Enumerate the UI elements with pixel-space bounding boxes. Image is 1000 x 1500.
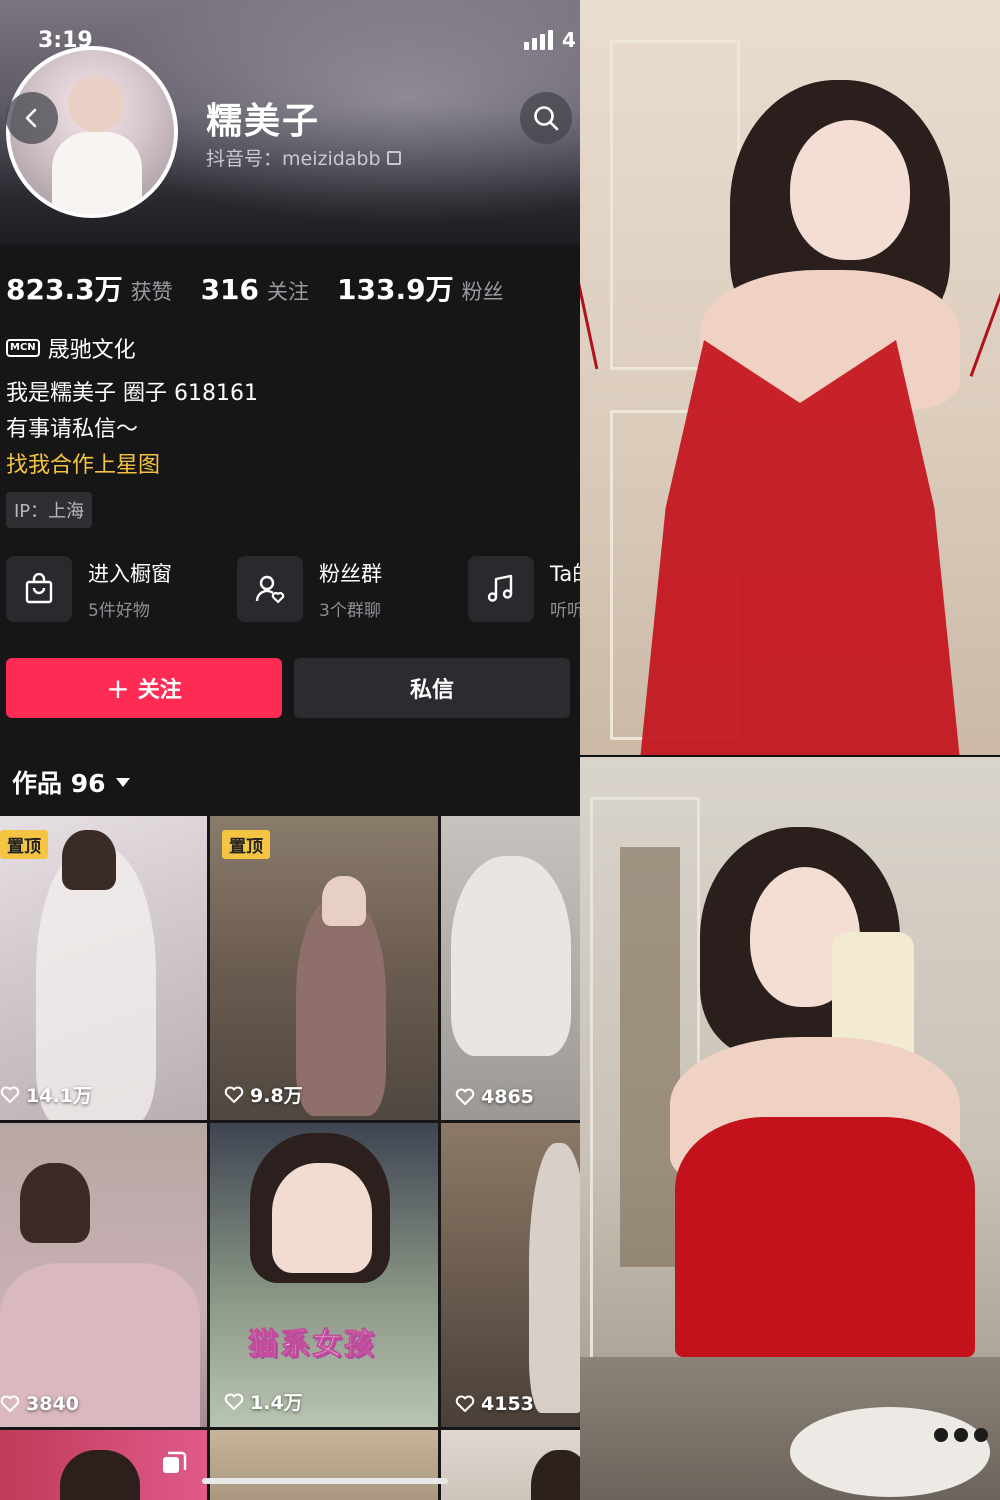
- video-tile[interactable]: 置顶 9.8万: [210, 816, 438, 1120]
- follow-label: 关注: [137, 678, 182, 703]
- heart-icon: [0, 1395, 20, 1412]
- douyin-id[interactable]: 抖音号：meizidabb: [206, 144, 401, 171]
- video-tile[interactable]: 猫系女孩 1.4万: [210, 1123, 438, 1427]
- strap-right: [969, 263, 1000, 377]
- mcn-badge: MCN: [6, 339, 40, 357]
- strap-left: [580, 270, 599, 370]
- home-indicator[interactable]: [202, 1478, 448, 1484]
- photo-bottom: [580, 757, 1000, 1500]
- like-count: 1.4万: [224, 1388, 303, 1415]
- like-count: 4865: [455, 1086, 534, 1108]
- service-subtitle: 听听t: [550, 600, 580, 621]
- service-title: 粉丝群: [319, 561, 382, 586]
- profile-name: 糯美子: [206, 101, 321, 142]
- fan-group-icon: [237, 556, 303, 622]
- stat-value: 133.9万: [337, 273, 454, 306]
- follow-button[interactable]: + 关注: [6, 658, 282, 718]
- heart-icon: [455, 1395, 475, 1412]
- heart-icon: [0, 1086, 20, 1103]
- signal-icon: [524, 30, 553, 50]
- video-overlay-text: 猫系女孩: [248, 1327, 376, 1363]
- bio-link[interactable]: 找我合作上星图: [6, 448, 258, 484]
- video-tile[interactable]: 4865: [441, 816, 580, 1120]
- ip-location-badge: IP：上海: [6, 492, 93, 528]
- stat-followers[interactable]: 133.9万 粉丝: [337, 268, 504, 308]
- services-row: 进入橱窗 5件好物 粉丝群 3个群聊 Ta 听听: [6, 556, 580, 622]
- caret-down-icon: [115, 777, 130, 787]
- like-count-text: 4865: [481, 1086, 534, 1108]
- pinned-badge: 置顶: [0, 830, 48, 859]
- video-tile[interactable]: [441, 1430, 580, 1500]
- like-count-text: 14.1万: [26, 1085, 92, 1107]
- video-tile[interactable]: [210, 1430, 438, 1500]
- battery-level: 4: [562, 28, 576, 52]
- message-button[interactable]: 私信: [294, 658, 570, 718]
- stat-likes[interactable]: 823.3万 获赞: [6, 268, 173, 308]
- shopping-bag-icon: [6, 556, 72, 622]
- chevron-left-icon: [25, 108, 37, 128]
- sink: [790, 1407, 990, 1497]
- video-tile[interactable]: 置顶 14.1万: [0, 816, 207, 1120]
- works-tab[interactable]: 作品 96: [12, 764, 130, 800]
- service-subtitle: 3个群聊: [319, 600, 381, 621]
- face: [790, 120, 910, 260]
- stat-label: 获赞: [130, 280, 173, 304]
- like-count-text: 1.4万: [250, 1392, 303, 1414]
- heart-icon: [455, 1088, 475, 1105]
- douyin-id-text: 抖音号：meizidabb: [206, 148, 381, 170]
- stat-value: 823.3万: [6, 273, 123, 306]
- stat-label: 关注: [267, 280, 310, 304]
- bio: 我是糯美子 圈子 618161 有事请私信～ 找我合作上星图: [6, 376, 258, 484]
- heart-icon: [224, 1393, 244, 1410]
- video-tile[interactable]: 3840: [0, 1123, 207, 1427]
- like-count: 4153: [455, 1393, 534, 1415]
- service-title: 进入橱窗: [88, 561, 172, 586]
- like-count: 3840: [0, 1393, 79, 1415]
- like-count: 9.8万: [224, 1081, 303, 1108]
- bio-line: 我是糯美子 圈子 618161: [6, 381, 258, 406]
- service-shop-window[interactable]: 进入橱窗 5件好物: [6, 556, 237, 622]
- service-subtitle: 5件好物: [88, 600, 150, 621]
- stat-label: 粉丝: [461, 280, 504, 304]
- profile-screen: 3:19 4 糯美子 抖音号：meizidabb 823.3万 获赞 316 关…: [0, 0, 580, 1500]
- service-title: Ta的: [550, 561, 580, 586]
- like-count-text: 4153: [481, 1393, 534, 1415]
- mcn-name: 晟驰文化: [47, 338, 136, 363]
- bio-line: 有事请私信～: [6, 417, 139, 442]
- works-count: 作品 96: [12, 769, 106, 798]
- pinned-badge: 置顶: [222, 830, 270, 859]
- doorway: [620, 847, 680, 1267]
- back-button[interactable]: [6, 92, 58, 144]
- multi-image-icon: [163, 1451, 187, 1473]
- like-count-text: 3840: [26, 1393, 79, 1415]
- stat-value: 316: [200, 273, 260, 306]
- service-music[interactable]: Ta的 听听t: [468, 556, 580, 622]
- copy-icon[interactable]: [386, 150, 401, 165]
- video-tile[interactable]: 4153: [441, 1123, 580, 1427]
- like-count-text: 9.8万: [250, 1085, 303, 1107]
- plus-icon: +: [106, 671, 130, 705]
- more-options-icon[interactable]: [934, 1428, 988, 1442]
- heart-icon: [224, 1086, 244, 1103]
- like-count: 14.1万: [0, 1081, 92, 1108]
- stat-following[interactable]: 316 关注: [201, 273, 309, 306]
- search-icon: [534, 106, 559, 131]
- search-button[interactable]: [520, 92, 572, 144]
- service-fan-group[interactable]: 粉丝群 3个群聊: [237, 556, 468, 622]
- music-note-icon: [468, 556, 534, 622]
- photo-top: [580, 0, 1000, 755]
- video-tile[interactable]: [0, 1430, 207, 1500]
- mcn-row[interactable]: MCN 晟驰文化: [6, 332, 136, 364]
- red-dress: [675, 1117, 975, 1357]
- profile-stats: 823.3万 获赞 316 关注 133.9万 粉丝: [6, 268, 504, 308]
